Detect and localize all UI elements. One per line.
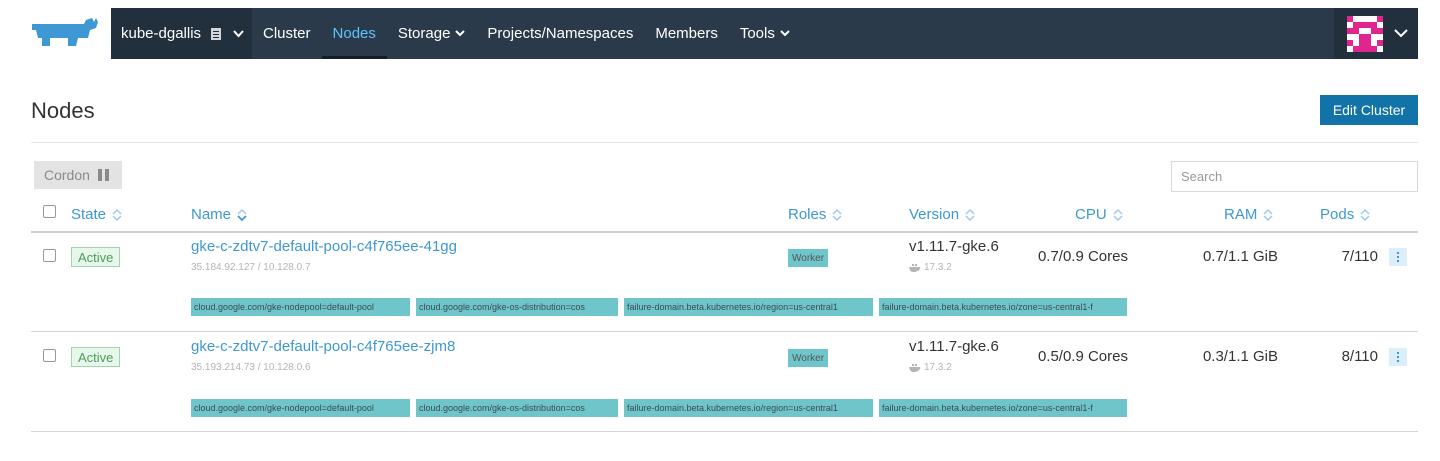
node-label-tag: failure-domain.beta.kubernetes.io/zone=u… (879, 298, 1127, 316)
avatar (1347, 15, 1383, 52)
nav-members[interactable]: Members (644, 8, 729, 59)
column-header-pods[interactable]: Pods (1320, 206, 1370, 223)
table-header-divider (31, 231, 1418, 233)
chevron-down-icon (455, 30, 466, 37)
row-divider (31, 331, 1418, 332)
column-header-state[interactable]: State (71, 206, 122, 223)
node-label-tag: cloud.google.com/gke-os-distribution=cos (416, 298, 618, 316)
role-badge: Worker (788, 249, 829, 267)
user-menu[interactable] (1334, 8, 1418, 59)
column-header-version[interactable]: Version (909, 206, 975, 223)
row-actions-button[interactable] (1389, 248, 1407, 266)
nav-nodes[interactable]: Nodes (321, 8, 388, 59)
role-badge: Worker (788, 349, 829, 367)
header-version-label: Version (909, 206, 960, 223)
cpu-usage: 0.7/0.9 Cores (1037, 248, 1128, 265)
column-header-ram[interactable]: RAM (1224, 206, 1273, 223)
node-name-link[interactable]: gke-c-zdtv7-default-pool-c4f765ee-zjm8 (191, 338, 455, 355)
nav-cluster[interactable]: Cluster (252, 8, 322, 59)
header-roles-label: Roles (788, 206, 827, 223)
header-ram-label: RAM (1224, 206, 1258, 223)
ram-usage: 0.7/1.1 GiB (1202, 248, 1278, 265)
cluster-switcher[interactable]: kube-dgallis (111, 8, 252, 59)
kubernetes-version: v1.11.7-gke.6 (909, 338, 999, 355)
status-badge: Active (71, 247, 121, 267)
cordon-label: Cordon (44, 167, 90, 183)
pods-usage: 7/110 (1341, 248, 1378, 265)
node-label-tag: failure-domain.beta.kubernetes.io/region… (624, 399, 873, 417)
header-name-label: Name (191, 206, 232, 223)
node-ip-addresses: 35.193.214.73 / 10.128.0.6 (191, 362, 311, 373)
kubernetes-version: v1.11.7-gke.6 (909, 238, 999, 255)
docker-icon (909, 364, 921, 372)
nav-tools[interactable]: Tools (729, 8, 801, 59)
node-label-tag: cloud.google.com/gke-nodepool=default-po… (191, 399, 410, 417)
sort-icon (112, 208, 122, 221)
row-checkbox[interactable] (43, 349, 56, 362)
docker-version: 17.3.2 (909, 362, 952, 373)
nav-tools-label: Tools (739, 25, 775, 42)
sort-icon (1263, 208, 1273, 221)
row-divider (31, 431, 1418, 432)
node-name-link[interactable]: gke-c-zdtv7-default-pool-c4f765ee-41gg (191, 238, 457, 255)
header-state-label: State (71, 206, 107, 223)
nav-nodes-label: Nodes (332, 25, 376, 42)
column-header-name[interactable]: Name (191, 206, 247, 223)
pods-usage: 8/110 (1341, 348, 1378, 365)
node-label-tag: failure-domain.beta.kubernetes.io/zone=u… (879, 399, 1127, 417)
edit-cluster-button[interactable]: Edit Cluster (1320, 95, 1418, 125)
pause-icon (97, 169, 109, 181)
divider (31, 142, 1418, 143)
select-all-checkbox[interactable] (43, 205, 56, 218)
sort-asc-icon (237, 208, 247, 221)
page-title: Nodes (31, 98, 95, 123)
nav-storage-label: Storage (397, 25, 451, 42)
header-pods-label: Pods (1320, 206, 1355, 223)
cpu-usage: 0.5/0.9 Cores (1037, 348, 1128, 365)
sort-icon (1360, 208, 1370, 221)
cordon-button[interactable]: Cordon (34, 161, 122, 189)
ram-usage: 0.3/1.1 GiB (1202, 348, 1278, 365)
cluster-icon (211, 27, 222, 40)
header-cpu-label: CPU (1075, 206, 1107, 223)
node-label-tag: cloud.google.com/gke-nodepool=default-po… (191, 298, 410, 316)
node-label-tag: cloud.google.com/gke-os-distribution=cos (416, 399, 618, 417)
status-badge: Active (71, 347, 121, 367)
row-actions-button[interactable] (1389, 348, 1407, 366)
docker-version-text: 17.3.2 (924, 262, 952, 273)
chevron-down-icon (1394, 29, 1408, 38)
nav-projects-label: Projects/Namespaces (487, 25, 634, 42)
sort-icon (832, 208, 842, 221)
docker-version: 17.3.2 (909, 262, 952, 273)
nav-members-label: Members (655, 25, 718, 42)
chevron-down-icon (780, 30, 790, 37)
top-navigation: kube-dgallis Cluster Nodes Storage Proje… (111, 8, 1418, 59)
nav-cluster-label: Cluster (263, 25, 311, 42)
node-label-tag: failure-domain.beta.kubernetes.io/region… (624, 298, 873, 316)
node-ip-addresses: 35.184.92.127 / 10.128.0.7 (191, 262, 311, 273)
docker-version-text: 17.3.2 (924, 362, 952, 373)
nav-projects[interactable]: Projects/Namespaces (476, 8, 644, 59)
sort-icon (1113, 208, 1123, 221)
chevron-down-icon (233, 29, 244, 37)
search-input[interactable] (1171, 161, 1418, 192)
row-checkbox[interactable] (43, 249, 56, 262)
sort-icon (965, 208, 975, 221)
cluster-name: kube-dgallis (121, 25, 202, 42)
column-header-cpu[interactable]: CPU (1075, 206, 1123, 223)
column-header-roles[interactable]: Roles (788, 206, 842, 223)
rancher-logo[interactable] (30, 16, 100, 50)
nav-storage[interactable]: Storage (387, 8, 477, 59)
docker-icon (909, 264, 921, 272)
